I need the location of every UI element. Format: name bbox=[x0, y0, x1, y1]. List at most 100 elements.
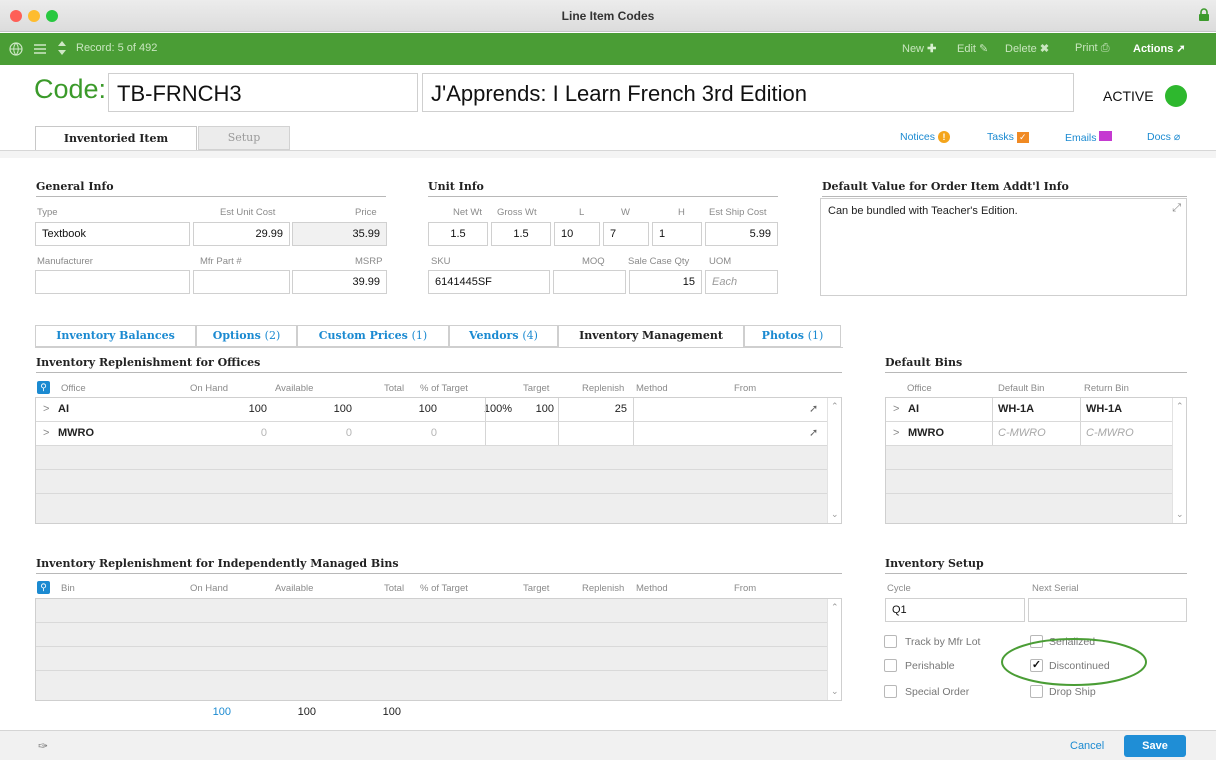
expand-row-icon[interactable]: > bbox=[893, 422, 903, 445]
default-bin-cell[interactable]: C-MWRO bbox=[998, 422, 1050, 445]
table-row bbox=[886, 470, 1172, 494]
sku-label: SKU bbox=[431, 256, 451, 267]
msrp-field[interactable]: 39.99 bbox=[292, 270, 387, 294]
delete-button[interactable]: Delete ✖ bbox=[1005, 42, 1049, 55]
mfr-part-field[interactable] bbox=[193, 270, 290, 294]
search-icon[interactable]: ⚲ bbox=[37, 381, 50, 394]
search-icon[interactable]: ⚲ bbox=[37, 581, 50, 594]
ship-cost-field[interactable]: 5.99 bbox=[705, 222, 778, 246]
expand-icon[interactable]: ⤢ bbox=[1172, 202, 1181, 215]
tab-inventory-management[interactable]: Inventory Management bbox=[558, 325, 744, 348]
width-field[interactable]: 7 bbox=[603, 222, 649, 246]
uom-field[interactable]: Each bbox=[705, 270, 778, 294]
msrp-label: MSRP bbox=[355, 256, 383, 267]
print-button[interactable]: Print ⎙ bbox=[1075, 42, 1110, 55]
default-bin-cell[interactable]: WH-1A bbox=[998, 398, 1038, 421]
on-hand-cell: 0 bbox=[260, 427, 267, 439]
height-field[interactable]: 1 bbox=[652, 222, 702, 246]
tab-setup[interactable]: Setup bbox=[198, 126, 290, 150]
pin-icon[interactable]: ✑ bbox=[38, 739, 48, 753]
sku-field[interactable]: 6141445SF bbox=[428, 270, 550, 294]
table-row[interactable]: > AI WH-1A WH-1A bbox=[886, 398, 1172, 422]
gross-wt-label: Gross Wt bbox=[497, 207, 537, 218]
notices-link[interactable]: Notices ! bbox=[900, 131, 950, 143]
price-field[interactable]: 35.99 bbox=[292, 222, 387, 246]
col-total: Total bbox=[384, 383, 405, 394]
scroll-up-icon[interactable]: ⌃ bbox=[831, 602, 839, 613]
list-icon[interactable] bbox=[33, 43, 47, 55]
footer-bar: ✑ bbox=[0, 730, 1216, 760]
new-button[interactable]: New ✚ bbox=[902, 42, 936, 55]
tab-options[interactable]: Options (2) bbox=[196, 325, 297, 347]
default-bins-scrollbar[interactable]: ⌃ ⌄ bbox=[1172, 398, 1186, 523]
est-unit-cost-field[interactable]: 29.99 bbox=[193, 222, 290, 246]
track-mfr-lot-checkbox[interactable] bbox=[884, 635, 897, 648]
special-order-checkbox[interactable] bbox=[884, 685, 897, 698]
open-row-icon[interactable]: ➚ bbox=[809, 422, 822, 445]
cancel-button[interactable]: Cancel bbox=[1070, 740, 1104, 752]
col-replenish: Replenish bbox=[582, 583, 625, 594]
emails-link[interactable]: Emails bbox=[1065, 131, 1113, 144]
docs-link[interactable]: Docs ⌀ bbox=[1147, 131, 1180, 143]
scroll-down-icon[interactable]: ⌄ bbox=[831, 686, 839, 697]
scroll-up-icon[interactable]: ⌃ bbox=[1176, 401, 1184, 412]
alert-icon: ! bbox=[937, 131, 950, 143]
type-field[interactable]: Textbook bbox=[35, 222, 190, 246]
length-field[interactable]: 10 bbox=[554, 222, 600, 246]
table-row bbox=[36, 470, 827, 494]
available-cell: 0 bbox=[345, 427, 352, 439]
moq-field[interactable] bbox=[553, 270, 626, 294]
perishable-checkbox[interactable] bbox=[884, 659, 897, 672]
tab-inventory-balances[interactable]: Inventory Balances bbox=[35, 325, 196, 347]
toolbar: Record: 5 of 492 New ✚ Edit ✎ Delete ✖ P… bbox=[0, 33, 1216, 65]
col-from: From bbox=[734, 383, 757, 394]
edit-button[interactable]: Edit ✎ bbox=[957, 42, 988, 55]
default-value-text: Can be bundled with Teacher's Edition. bbox=[828, 205, 1018, 217]
scroll-down-icon[interactable]: ⌄ bbox=[831, 509, 839, 520]
target-cell[interactable]: 100 bbox=[486, 398, 558, 421]
cycle-field[interactable]: Q1 bbox=[885, 598, 1025, 622]
tab-vendors[interactable]: Vendors (4) bbox=[449, 325, 558, 347]
globe-icon[interactable] bbox=[9, 42, 23, 56]
expand-row-icon[interactable]: > bbox=[43, 398, 53, 421]
net-wt-field[interactable]: 1.5 bbox=[428, 222, 488, 246]
total-available: 100 bbox=[297, 706, 316, 718]
total-on-hand[interactable]: 100 bbox=[150, 706, 235, 718]
tab-photos[interactable]: Photos (1) bbox=[744, 325, 841, 347]
tab-custom-prices[interactable]: Custom Prices (1) bbox=[297, 325, 449, 347]
expand-row-icon[interactable]: > bbox=[43, 422, 53, 445]
description-field[interactable]: J'Apprends: I Learn French 3rd Edition bbox=[422, 73, 1074, 112]
record-stepper-icon[interactable] bbox=[57, 40, 67, 56]
status-indicator[interactable] bbox=[1165, 85, 1187, 107]
default-bins-heading: Default Bins bbox=[885, 356, 1187, 373]
return-bin-cell[interactable]: C-MWRO bbox=[1086, 422, 1138, 445]
open-row-icon[interactable]: ➚ bbox=[809, 398, 822, 421]
save-button[interactable]: Save bbox=[1124, 735, 1186, 757]
replenish-cell[interactable] bbox=[559, 422, 631, 445]
manufacturer-field[interactable] bbox=[35, 270, 190, 294]
scroll-up-icon[interactable]: ⌃ bbox=[831, 401, 839, 412]
table-row bbox=[36, 647, 827, 671]
table-row[interactable]: > MWRO C-MWRO C-MWRO bbox=[886, 422, 1172, 446]
expand-row-icon[interactable]: > bbox=[893, 398, 903, 421]
table-row[interactable]: > MWRO 0 0 0 ➚ bbox=[36, 422, 827, 446]
default-value-textarea[interactable]: Can be bundled with Teacher's Edition. ⤢ bbox=[820, 198, 1187, 296]
scroll-down-icon[interactable]: ⌄ bbox=[1176, 509, 1184, 520]
printer-icon: ⎙ bbox=[1100, 42, 1110, 54]
bins-scrollbar[interactable]: ⌃ ⌄ bbox=[827, 599, 841, 700]
case-qty-field[interactable]: 15 bbox=[629, 270, 702, 294]
gross-wt-field[interactable]: 1.5 bbox=[491, 222, 551, 246]
highlight-ellipse bbox=[1001, 638, 1147, 686]
tasks-link[interactable]: Tasks ✓ bbox=[987, 131, 1029, 143]
table-row[interactable]: > AI 100 100 100 100% 100 25 ➚ bbox=[36, 398, 827, 422]
tab-inventoried-item[interactable]: Inventoried Item bbox=[35, 126, 197, 152]
target-cell[interactable] bbox=[486, 422, 558, 445]
replenish-cell[interactable]: 25 bbox=[559, 398, 631, 421]
offices-scrollbar[interactable]: ⌃ ⌄ bbox=[827, 398, 841, 523]
tab-count: (4) bbox=[522, 329, 538, 342]
next-serial-field[interactable] bbox=[1028, 598, 1187, 622]
ship-cost-label: Est Ship Cost bbox=[709, 207, 767, 218]
code-field[interactable]: TB-FRNCH3 bbox=[108, 73, 418, 112]
actions-button[interactable]: Actions ➚ bbox=[1133, 42, 1186, 55]
return-bin-cell[interactable]: WH-1A bbox=[1086, 398, 1126, 421]
